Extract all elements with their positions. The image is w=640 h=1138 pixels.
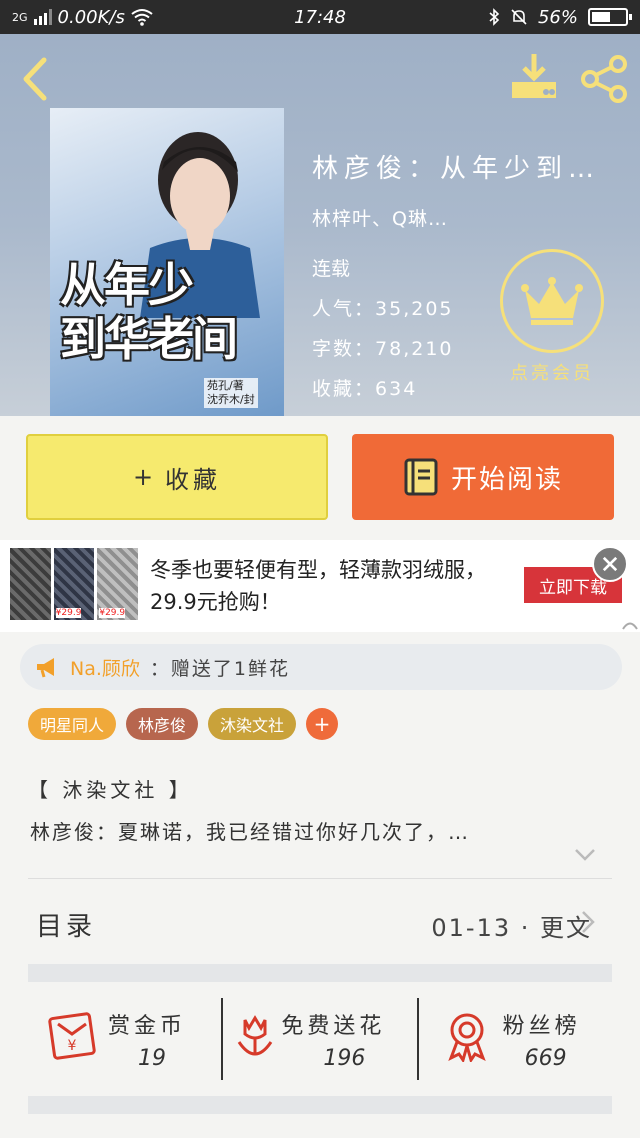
wifi-icon — [131, 9, 153, 26]
catalog-label: 目录 — [36, 912, 97, 942]
gift-notice: Na.顾欣 ：赠送了1鲜花 — [20, 644, 622, 690]
cover-title-line2: 到华老间 — [60, 312, 238, 366]
network-type: 2G — [12, 10, 28, 24]
stats-row: ¥ 赏金币 19 免费送花 196 粉丝榜 669 — [28, 998, 612, 1080]
stat-favorites: 收藏：634 — [312, 378, 418, 400]
section-spacer — [28, 1096, 612, 1114]
svg-text:¥: ¥ — [68, 1038, 77, 1054]
battery-percent: 56% — [537, 6, 578, 28]
ad-banner[interactable]: ¥29.9 ¥29.9 冬季也要轻便有型，轻薄款羽绒服，29.9元抢购！ 立即下… — [0, 540, 640, 632]
member-button[interactable]: 点亮会员 — [492, 249, 612, 385]
ad-image: ¥29.9 ¥29.9 — [10, 548, 139, 620]
ad-thumb: ¥29.9 — [53, 548, 95, 620]
reward-coins-button[interactable]: ¥ 赏金币 19 — [28, 998, 221, 1080]
catalog-update: 01-13 · 更文 — [431, 914, 592, 942]
stat-popularity-label: 人气 — [312, 298, 355, 320]
book-status: 连载 — [312, 258, 351, 280]
book-icon — [404, 458, 438, 496]
book-cover[interactable]: 从年少 到华老间 苑孔/著 沈乔木/封 — [50, 108, 284, 416]
flower-icon — [238, 1015, 273, 1056]
tag-list: 明星同人 林彦俊 沐染文社 + — [28, 708, 339, 740]
summary-text[interactable]: 林彦俊：夏琳诺，我已经错过你好几次了，… — [30, 816, 610, 845]
free-flowers-button[interactable]: 免费送花 196 — [221, 998, 416, 1080]
status-left: 2G 0.00K/s — [12, 7, 153, 28]
book-header: 从年少 到华老间 苑孔/著 沈乔木/封 林彦俊：从年少到… 林梓叶、Q琳… 连载… — [0, 34, 640, 416]
start-reading-button[interactable]: 开始阅读 — [352, 434, 614, 520]
plus-icon: + — [132, 463, 154, 491]
download-icon[interactable] — [508, 52, 560, 102]
member-badge — [500, 249, 604, 353]
stat-wordcount: 字数：78,210 — [312, 338, 454, 360]
start-reading-label: 开始阅读 — [450, 464, 563, 495]
tag-item[interactable]: 林彦俊 — [126, 708, 199, 740]
ad-mark-icon — [622, 622, 638, 630]
signal-icon — [33, 9, 52, 25]
chevron-down-icon[interactable] — [574, 848, 596, 862]
tag-item[interactable]: 明星同人 — [28, 708, 117, 740]
gift-user[interactable]: Na.顾欣 — [70, 654, 140, 681]
summary-source: 【 沐染文社 】 — [28, 778, 193, 802]
cover-credit-designer: 沈乔木/封 — [207, 393, 255, 406]
favorite-button[interactable]: + 收藏 — [26, 434, 328, 520]
red-envelope-icon: ¥ — [48, 1012, 96, 1060]
stat-wordcount-label: 字数 — [312, 338, 355, 360]
stat-favorites-value: 634 — [375, 378, 418, 400]
reward-coins-label: 赏金币 — [108, 1014, 187, 1039]
fan-ranking-button[interactable]: 粉丝榜 669 — [416, 998, 612, 1080]
cover-credit: 苑孔/著 沈乔木/封 — [204, 378, 258, 408]
close-icon[interactable] — [592, 546, 628, 582]
chevron-right-icon — [582, 911, 595, 933]
free-flowers-label: 免费送花 — [281, 1014, 386, 1039]
bluetooth-icon — [489, 8, 500, 26]
stat-wordcount-value: 78,210 — [375, 338, 454, 360]
book-info: 林彦俊：从年少到… 林梓叶、Q琳… 连载 人气：35,205 字数：78,210… — [312, 148, 630, 400]
status-bar: 2G 0.00K/s 17:48 56% — [0, 0, 640, 34]
stat-popularity-value: 35,205 — [375, 298, 454, 320]
battery-level — [592, 12, 610, 22]
member-label: 点亮会员 — [510, 363, 594, 384]
ad-thumb-price: ¥29.9 — [99, 608, 126, 618]
battery-icon — [588, 8, 632, 26]
ad-text: 冬季也要轻便有型，轻薄款羽绒服，29.9元抢购！ — [150, 558, 486, 614]
network-speed: 0.00K/s — [57, 6, 125, 28]
divider — [28, 878, 612, 879]
cover-title: 从年少 到华老间 — [60, 258, 280, 366]
stat-popularity: 人气：35,205 — [312, 298, 454, 320]
fan-ranking-value: 669 — [524, 1046, 567, 1071]
book-author[interactable]: 林梓叶、Q琳… — [312, 204, 448, 231]
medal-icon — [447, 1013, 486, 1062]
cover-credit-author: 苑孔/著 — [207, 379, 244, 392]
status-right: 56% — [488, 6, 632, 28]
ad-thumb-price: ¥29.9 — [55, 608, 82, 618]
book-title: 林彦俊：从年少到… — [312, 154, 601, 184]
add-tag-button[interactable]: + — [306, 708, 339, 740]
stat-favorites-label: 收藏 — [312, 378, 355, 400]
ad-thumb — [10, 548, 51, 620]
section-spacer — [28, 964, 612, 982]
free-flowers-value: 196 — [323, 1046, 366, 1071]
mute-bell-icon — [511, 9, 527, 25]
favorite-label: 收藏 — [165, 465, 222, 494]
tag-item[interactable]: 沐染文社 — [208, 708, 297, 740]
share-icon[interactable] — [580, 54, 630, 104]
megaphone-icon — [37, 658, 54, 678]
gift-text: ：赠送了1鲜花 — [149, 657, 290, 680]
ad-thumb: ¥29.9 — [97, 548, 139, 620]
cover-title-line1: 从年少 — [60, 258, 194, 312]
chevron-left-icon[interactable] — [14, 54, 58, 104]
fan-ranking-label: 粉丝榜 — [502, 1014, 581, 1039]
crown-icon — [521, 277, 583, 325]
reward-coins-value: 19 — [138, 1046, 166, 1071]
